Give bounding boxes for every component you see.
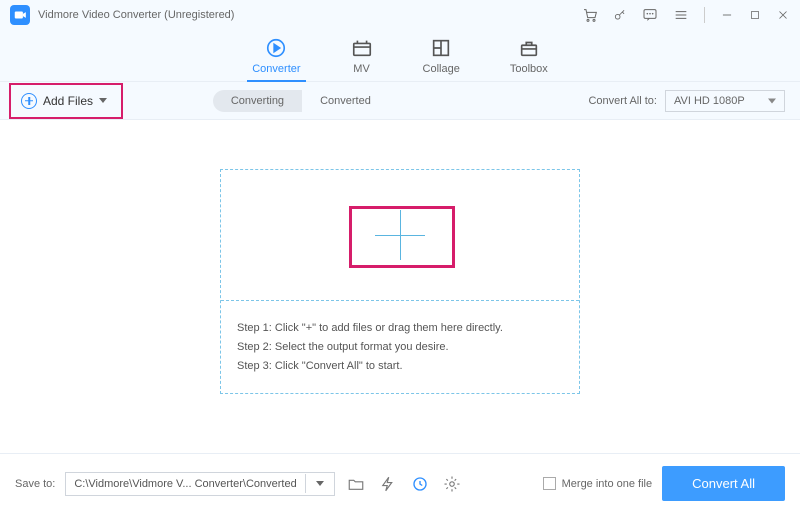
step-1: Step 1: Click "+" to add files or drag t… <box>237 322 563 334</box>
converting-tab[interactable]: Converting <box>213 90 302 112</box>
settings-icon[interactable] <box>441 473 463 495</box>
collage-icon <box>430 37 452 59</box>
tab-converter[interactable]: Converter <box>252 37 300 81</box>
key-icon[interactable] <box>613 8 627 22</box>
chevron-down-icon[interactable] <box>305 474 334 493</box>
minimize-icon[interactable] <box>720 8 734 22</box>
tab-toolbox[interactable]: Toolbox <box>510 37 548 81</box>
convert-all-button[interactable]: Convert All <box>662 466 785 501</box>
step-2: Step 2: Select the output format you des… <box>237 341 563 353</box>
maximize-icon[interactable] <box>749 9 761 21</box>
save-path-select[interactable]: C:\Vidmore\Vidmore V... Converter\Conver… <box>65 472 334 496</box>
drop-zone: Step 1: Click "+" to add files or drag t… <box>220 169 580 394</box>
status-segment: Converting Converted <box>213 90 389 112</box>
chevron-down-icon <box>99 98 107 103</box>
tab-collage[interactable]: Collage <box>423 37 460 81</box>
titlebar: Vidmore Video Converter (Unregistered) <box>0 0 800 30</box>
step-3: Step 3: Click "Convert All" to start. <box>237 360 563 372</box>
cart-icon[interactable] <box>582 7 598 23</box>
tab-mv[interactable]: MV <box>351 37 373 81</box>
output-format-select[interactable]: AVI HD 1080P <box>665 90 785 112</box>
feedback-icon[interactable] <box>642 7 658 23</box>
toolbox-icon <box>518 37 540 59</box>
save-to-label: Save to: <box>15 478 55 490</box>
separator <box>704 7 705 23</box>
high-speed-on-icon[interactable] <box>409 473 431 495</box>
main-area: Step 1: Click "+" to add files or drag t… <box>0 120 800 443</box>
instructions: Step 1: Click "+" to add files or drag t… <box>221 300 579 393</box>
hardware-accel-off-icon[interactable] <box>377 473 399 495</box>
menu-icon[interactable] <box>673 7 689 23</box>
footer: Save to: C:\Vidmore\Vidmore V... Convert… <box>0 453 800 513</box>
app-logo <box>10 5 30 25</box>
convert-all-to-label: Convert All to: <box>588 95 656 107</box>
converter-icon <box>265 37 287 59</box>
toolbar: Add Files Converting Converted Convert A… <box>0 82 800 120</box>
close-icon[interactable] <box>776 8 790 22</box>
checkbox-icon[interactable] <box>543 477 556 490</box>
app-title: Vidmore Video Converter (Unregistered) <box>38 9 234 21</box>
drop-area[interactable] <box>221 170 579 300</box>
add-files-plus-icon[interactable] <box>375 210 425 260</box>
tabbar: Converter MV Collage Toolbox <box>0 30 800 82</box>
converted-tab[interactable]: Converted <box>302 90 389 112</box>
mv-icon <box>351 37 373 59</box>
merge-checkbox[interactable]: Merge into one file <box>543 477 653 490</box>
add-files-button[interactable]: Add Files <box>15 89 113 113</box>
open-folder-icon[interactable] <box>345 473 367 495</box>
plus-icon <box>21 93 37 109</box>
